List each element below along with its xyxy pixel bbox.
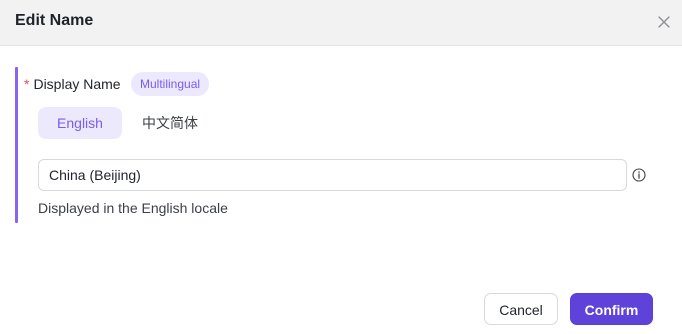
helper-text: Displayed in the English locale xyxy=(38,200,228,216)
multilingual-badge: Multilingual xyxy=(131,72,210,96)
dialog-title: Edit Name xyxy=(15,12,94,29)
display-name-input[interactable] xyxy=(38,159,627,191)
field-accent-bar xyxy=(15,67,18,223)
info-icon[interactable] xyxy=(632,168,646,182)
close-button[interactable] xyxy=(654,12,674,32)
close-icon xyxy=(658,16,670,28)
confirm-button[interactable]: Confirm xyxy=(570,293,653,325)
cancel-button[interactable]: Cancel xyxy=(484,293,558,325)
tab-chinese-simplified[interactable]: 中文简体 xyxy=(135,107,205,139)
display-name-field: * Display Name Multilingual English 中文简体… xyxy=(15,67,655,223)
field-label: * Display Name xyxy=(24,76,121,92)
tab-english[interactable]: English xyxy=(38,107,122,139)
dialog-header: Edit Name xyxy=(0,0,682,46)
field-label-text: Display Name xyxy=(33,76,121,92)
required-mark: * xyxy=(24,76,30,92)
edit-name-dialog: Edit Name * Display Name Multilingual En… xyxy=(0,0,682,334)
